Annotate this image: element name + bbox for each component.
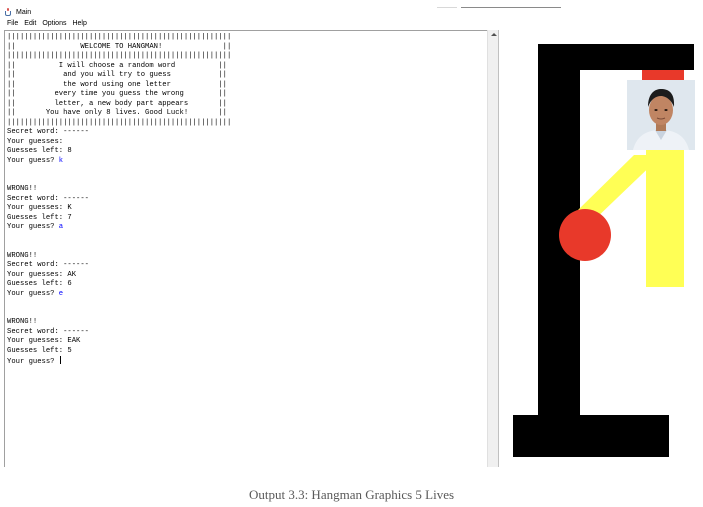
console-line-text: Your guess? — [7, 156, 59, 165]
console-line-text: Secret word: ------ — [7, 128, 89, 136]
console-line: Your guess? — [7, 356, 489, 366]
window-title: Main — [16, 8, 32, 16]
console-line: Secret word: ------ — [7, 328, 489, 338]
figure-caption: Output 3.3: Hangman Graphics 5 Lives — [248, 487, 455, 502]
console-line: Your guess? a — [7, 223, 489, 233]
console-line: Secret word: ------ — [7, 128, 489, 138]
console-line: WRONG!! — [7, 252, 489, 262]
console-line: Your guesses: — [7, 138, 489, 148]
console-line: Your guesses: AK — [7, 271, 489, 281]
scroll-up-arrow-icon[interactable] — [490, 32, 497, 38]
user-input-text: k — [58, 156, 64, 165]
console-line: WRONG!! — [7, 318, 489, 328]
console-line-text: Guesses left: 7 — [7, 213, 72, 222]
console-line: Guesses left: 8 — [7, 147, 489, 157]
console-line: Your guesses: K — [7, 204, 489, 214]
console-line: || I will choose a random word || — [7, 62, 489, 72]
console-line: Your guesses: EAK — [7, 337, 489, 347]
user-input-text: e — [58, 289, 64, 298]
gallows-base — [513, 415, 669, 457]
console-line-text: Your guess? — [7, 223, 59, 231]
menu-file[interactable]: File — [7, 19, 18, 29]
console-line: WRONG!! — [7, 185, 489, 195]
user-input-text: a — [58, 223, 64, 231]
console-line: ||||||||||||||||||||||||||||||||||||||||… — [7, 119, 489, 129]
body — [646, 148, 684, 287]
console-line-text: ||||||||||||||||||||||||||||||||||||||||… — [7, 52, 232, 60]
console-line-text: WRONG!! — [7, 185, 38, 193]
console-line-text: ||||||||||||||||||||||||||||||||||||||||… — [7, 33, 232, 41]
console-line-text: WRONG!! — [7, 318, 38, 326]
gallows-beam — [538, 44, 694, 70]
console-line: ||||||||||||||||||||||||||||||||||||||||… — [7, 33, 489, 43]
top-decoration-line — [437, 7, 457, 8]
console-line-text: || the word using one letter || — [7, 80, 227, 89]
console-line: ||||||||||||||||||||||||||||||||||||||||… — [7, 52, 489, 62]
text-cursor[interactable] — [59, 356, 61, 364]
console-line-text: Your guesses: EAK — [7, 337, 81, 345]
console-output[interactable]: ||||||||||||||||||||||||||||||||||||||||… — [7, 33, 489, 467]
menu-bar: File Edit Options Help — [7, 19, 87, 29]
console-line-text: Guesses left: 8 — [7, 147, 72, 155]
console-line-text: || and you will try to guess || — [7, 71, 227, 79]
console-panel[interactable]: ||||||||||||||||||||||||||||||||||||||||… — [4, 30, 498, 467]
console-line-text: Your guess? — [7, 358, 59, 366]
title-bar: Main — [4, 6, 31, 18]
console-line-text: || You have only 8 lives. Good Luck! || — [7, 109, 227, 117]
face-photo — [627, 80, 695, 150]
console-line-text: WRONG!! — [7, 251, 38, 260]
console-line-text: || letter, a new body part appears || — [7, 99, 227, 108]
console-line: || You have only 8 lives. Good Luck! || — [7, 109, 489, 119]
head — [559, 209, 611, 261]
java-app-icon — [4, 7, 13, 17]
console-line: Your guess? k — [7, 157, 489, 167]
console-line: Guesses left: 6 — [7, 280, 489, 290]
console-line-text: Guesses left: 6 — [7, 280, 72, 288]
console-line-text: Guesses left: 5 — [7, 346, 72, 355]
console-line-text: Your guesses: K — [7, 204, 72, 212]
console-line-text: Secret word: ------ — [7, 327, 89, 336]
console-line: || letter, a new body part appears || — [7, 100, 489, 110]
menu-help[interactable]: Help — [72, 19, 86, 29]
console-line-text: ||||||||||||||||||||||||||||||||||||||||… — [7, 118, 232, 127]
console-line-text: || WELCOME TO HANGMAN! || — [7, 42, 232, 51]
console-line-text: Your guess? — [7, 289, 59, 298]
console-scrollbar[interactable] — [487, 30, 498, 467]
console-line-text: Secret word: ------ — [7, 261, 89, 269]
console-line: || WELCOME TO HANGMAN! || — [7, 43, 489, 53]
console-line: Your guess? e — [7, 290, 489, 300]
top-decoration-line — [461, 7, 561, 8]
console-line-text: || every time you guess the wrong || — [7, 90, 227, 98]
menu-options[interactable]: Options — [42, 19, 66, 29]
console-line-text: || I will choose a random word || — [7, 61, 227, 70]
console-line: Guesses left: 7 — [7, 214, 489, 224]
console-line-text: Your guesses: AK — [7, 270, 77, 279]
console-line: Secret word: ------ — [7, 261, 489, 271]
console-line-text: Your guesses: — [7, 137, 64, 146]
menu-edit[interactable]: Edit — [24, 19, 36, 29]
console-line: || every time you guess the wrong || — [7, 90, 489, 100]
console-line: Guesses left: 5 — [7, 347, 489, 357]
console-line-text: Secret word: ------ — [7, 194, 89, 203]
console-line: || and you will try to guess || — [7, 71, 489, 81]
console-line: || the word using one letter || — [7, 81, 489, 91]
rope — [642, 70, 684, 80]
console-line: Secret word: ------ — [7, 195, 489, 205]
